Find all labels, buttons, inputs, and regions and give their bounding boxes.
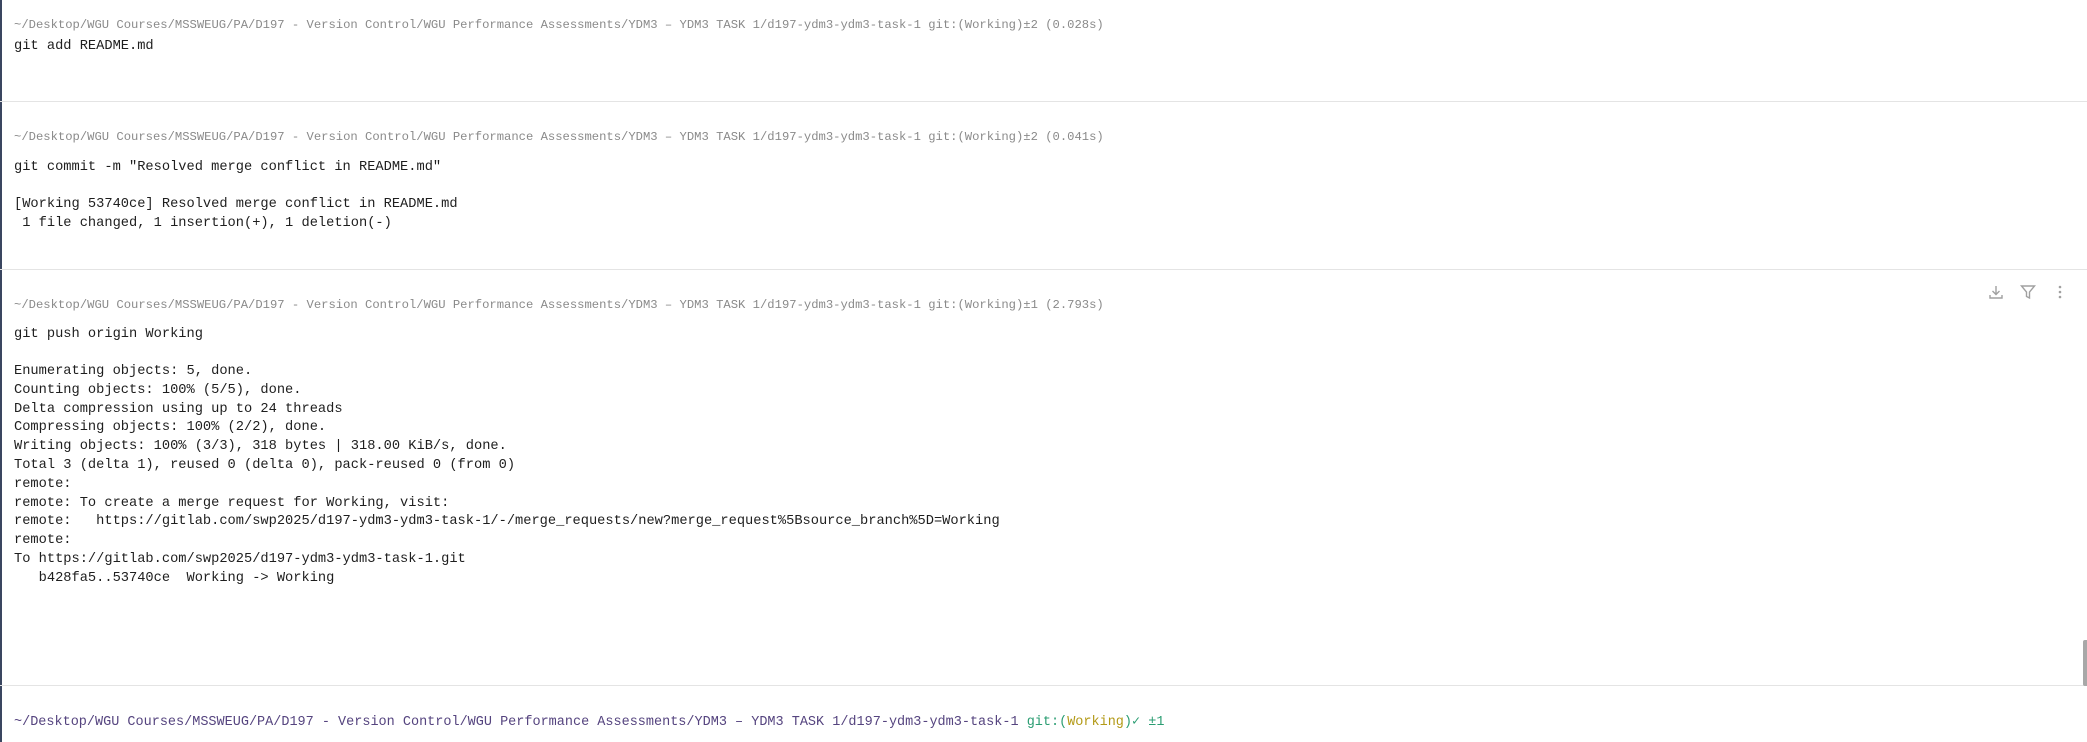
scrollbar-thumb[interactable]: [2083, 640, 2087, 686]
prompt-path: ~/Desktop/WGU Courses/MSSWEUG/PA/D197 - …: [14, 715, 1019, 730]
block-header: ~/Desktop/WGU Courses/MSSWEUG/PA/D197 - …: [14, 18, 1104, 32]
window-edge: [0, 0, 2, 742]
block-header: ~/Desktop/WGU Courses/MSSWEUG/PA/D197 - …: [14, 130, 1104, 144]
filter-icon[interactable]: [2019, 283, 2037, 301]
more-vertical-icon[interactable]: [2051, 283, 2069, 301]
block-divider: [0, 269, 2087, 270]
block-divider: [0, 101, 2087, 102]
shell-prompt[interactable]: ~/Desktop/WGU Courses/MSSWEUG/PA/D197 - …: [14, 714, 1164, 732]
prompt-git-prefix: git:(: [1026, 715, 1068, 730]
prompt-git-status: ✓ ±1: [1132, 715, 1165, 730]
block-divider: [0, 685, 2087, 686]
block-header: ~/Desktop/WGU Courses/MSSWEUG/PA/D197 - …: [14, 298, 1104, 312]
block-command: git push origin Working: [14, 327, 203, 342]
prompt-git-suffix: ): [1123, 715, 1133, 730]
prompt-branch: Working: [1067, 715, 1124, 730]
block-command: git add README.md: [14, 39, 154, 54]
download-icon[interactable]: [1987, 283, 2005, 301]
block-actions: [1987, 283, 2069, 301]
block-output: Enumerating objects: 5, done. Counting o…: [14, 364, 1000, 586]
block-command: git commit -m "Resolved merge conflict i…: [14, 160, 442, 175]
block-output: [Working 53740ce] Resolved merge conflic…: [14, 197, 458, 231]
